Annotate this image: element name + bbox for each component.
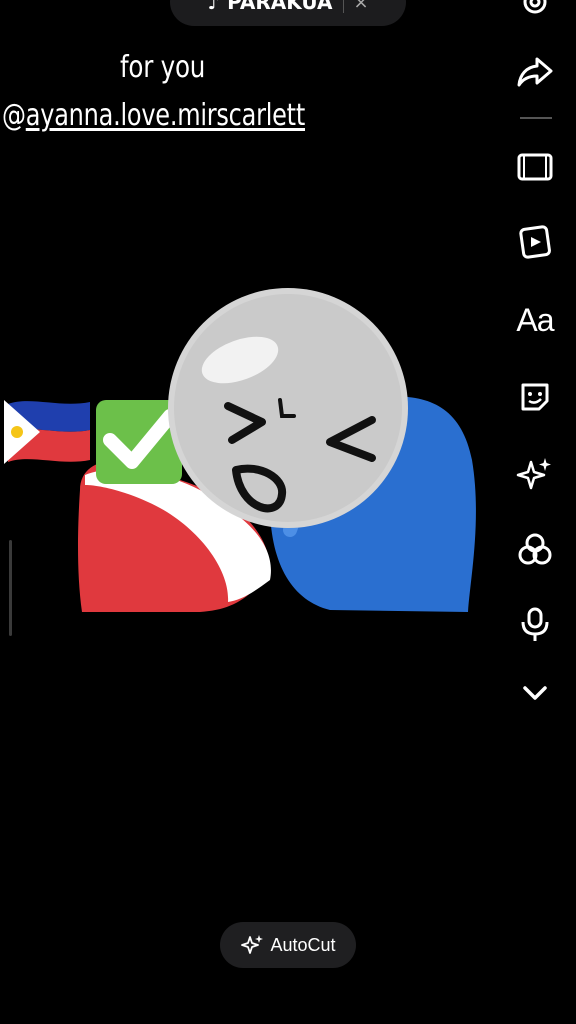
right-toolbar: Aa <box>505 0 565 720</box>
laughing-face-icon <box>168 288 408 528</box>
caption-line-1[interactable]: for you <box>120 50 205 85</box>
sound-label: ♪ PARAKUA <box>207 0 333 14</box>
autocut-button[interactable]: AutoCut <box>220 922 356 968</box>
templates-button[interactable] <box>505 217 565 265</box>
filters-icon <box>518 533 552 565</box>
share-button[interactable] <box>505 47 565 95</box>
toolbar-divider <box>520 117 552 119</box>
chevron-down-icon <box>523 686 547 700</box>
settings-icon[interactable] <box>505 0 565 26</box>
sparkle-icon <box>241 935 264 954</box>
effects-button[interactable] <box>505 450 565 498</box>
voice-effects-button[interactable] <box>505 600 565 648</box>
text-tool-label: Aa <box>516 301 554 338</box>
gear-icon <box>523 0 547 14</box>
autocut-label: AutoCut <box>270 934 336 955</box>
mention-handle[interactable]: ayanna.love.mirscarlett <box>26 98 305 133</box>
close-sound-icon[interactable]: × <box>354 0 369 13</box>
templates-icon <box>519 225 551 259</box>
share-icon <box>517 57 553 87</box>
sticker-artwork[interactable] <box>0 280 500 640</box>
microphone-icon <box>521 607 549 641</box>
philippines-flag-icon <box>4 400 90 464</box>
caption-line-2[interactable]: @ayanna.love.mirscarlett <box>2 98 305 133</box>
text-tool-button[interactable]: Aa <box>505 296 565 344</box>
aspect-ratio-icon <box>517 153 553 181</box>
sticker-button[interactable] <box>505 373 565 421</box>
sparkle-icon <box>516 458 551 490</box>
pill-divider <box>342 0 344 13</box>
aspect-ratio-button[interactable] <box>505 143 565 191</box>
filters-button[interactable] <box>505 526 565 574</box>
more-tools-button[interactable] <box>505 669 565 717</box>
sound-pill[interactable]: ♪ PARAKUA × <box>170 0 406 26</box>
mention-prefix: @ <box>2 98 26 133</box>
sticker-icon <box>521 383 549 411</box>
